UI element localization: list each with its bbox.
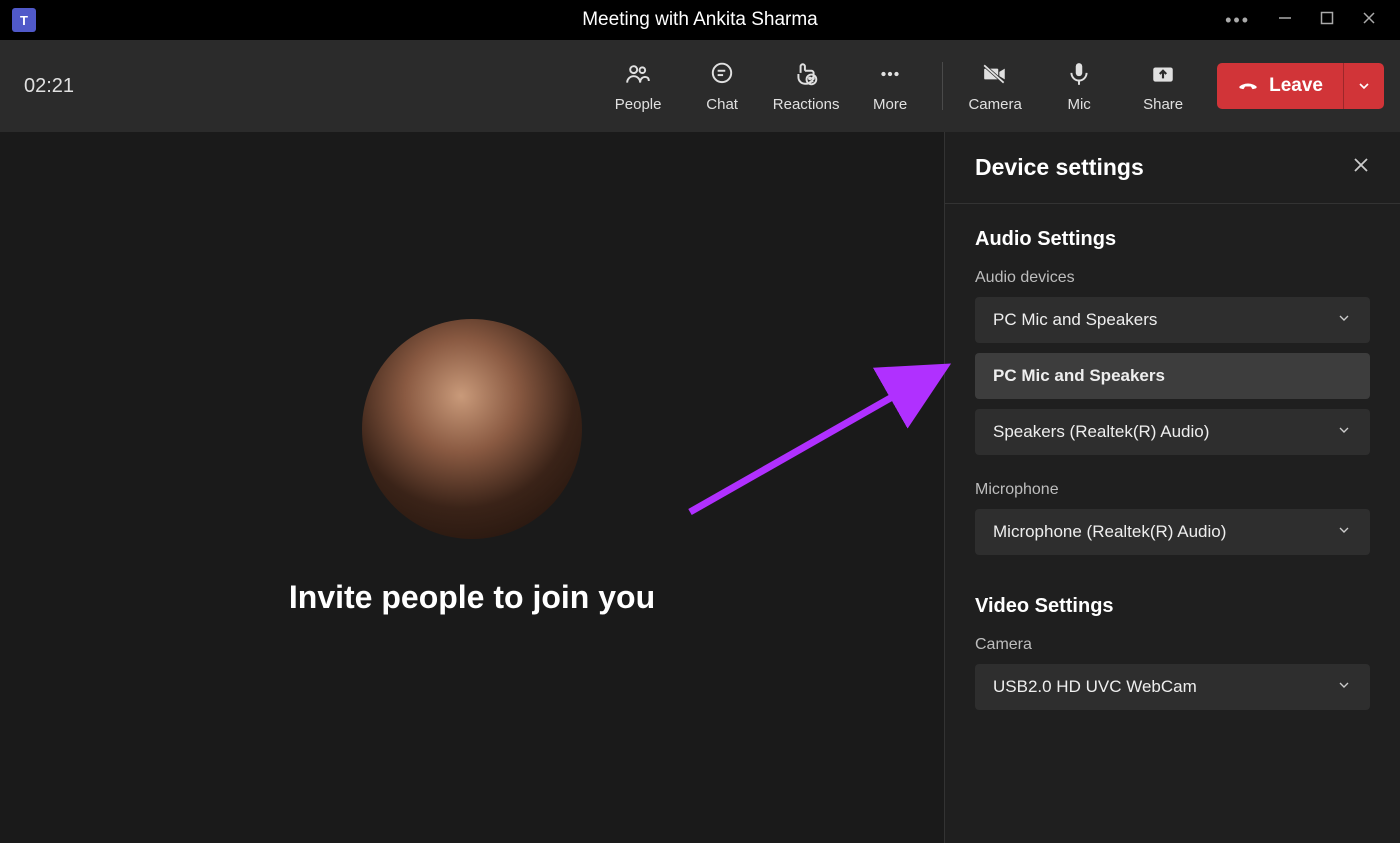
camera-off-icon bbox=[982, 60, 1008, 88]
meeting-title: Meeting with Ankita Sharma bbox=[0, 9, 1400, 31]
leave-button[interactable]: Leave bbox=[1217, 63, 1343, 109]
reactions-button[interactable]: Reactions bbox=[764, 40, 848, 132]
audio-settings-heading: Audio Settings bbox=[975, 228, 1370, 251]
invite-prompt: Invite people to join you bbox=[289, 579, 655, 616]
audio-device-option-active[interactable]: PC Mic and Speakers bbox=[975, 353, 1370, 399]
meeting-timer: 02:21 bbox=[24, 75, 74, 98]
chevron-down-icon bbox=[1336, 522, 1352, 543]
reactions-icon bbox=[793, 60, 819, 88]
hangup-icon bbox=[1237, 72, 1259, 100]
speaker-select[interactable]: Speakers (Realtek(R) Audio) bbox=[975, 409, 1370, 455]
panel-title: Device settings bbox=[975, 154, 1144, 181]
camera-select[interactable]: USB2.0 HD UVC WebCam bbox=[975, 664, 1370, 710]
mic-toggle-button[interactable]: Mic bbox=[1037, 40, 1121, 132]
chat-icon bbox=[709, 60, 735, 88]
microphone-label: Microphone bbox=[975, 481, 1370, 499]
people-icon bbox=[625, 60, 651, 88]
device-settings-panel: Device settings Audio Settings Audio dev… bbox=[945, 132, 1400, 843]
window-titlebar: T Meeting with Ankita Sharma ••• bbox=[0, 0, 1400, 40]
meeting-stage: Invite people to join you bbox=[0, 132, 945, 843]
participant-avatar bbox=[362, 319, 582, 539]
meeting-toolbar: 02:21 People Chat bbox=[0, 40, 1400, 132]
camera-toggle-button[interactable]: Camera bbox=[953, 40, 1037, 132]
chevron-down-icon bbox=[1336, 422, 1352, 443]
ellipsis-icon bbox=[877, 60, 903, 88]
toolbar-separator bbox=[942, 62, 943, 110]
chevron-down-icon bbox=[1336, 310, 1352, 331]
mic-icon bbox=[1066, 60, 1092, 88]
video-settings-heading: Video Settings bbox=[975, 595, 1370, 618]
panel-close-button[interactable] bbox=[1352, 156, 1370, 179]
audio-devices-label: Audio devices bbox=[975, 269, 1370, 287]
chat-button[interactable]: Chat bbox=[680, 40, 764, 132]
share-button[interactable]: Share bbox=[1121, 40, 1205, 132]
microphone-select[interactable]: Microphone (Realtek(R) Audio) bbox=[975, 509, 1370, 555]
audio-devices-select[interactable]: PC Mic and Speakers bbox=[975, 297, 1370, 343]
chevron-down-icon bbox=[1336, 677, 1352, 698]
share-icon bbox=[1150, 60, 1176, 88]
people-button[interactable]: People bbox=[596, 40, 680, 132]
leave-dropdown-button[interactable] bbox=[1343, 63, 1384, 109]
more-button[interactable]: More bbox=[848, 40, 932, 132]
camera-label: Camera bbox=[975, 636, 1370, 654]
